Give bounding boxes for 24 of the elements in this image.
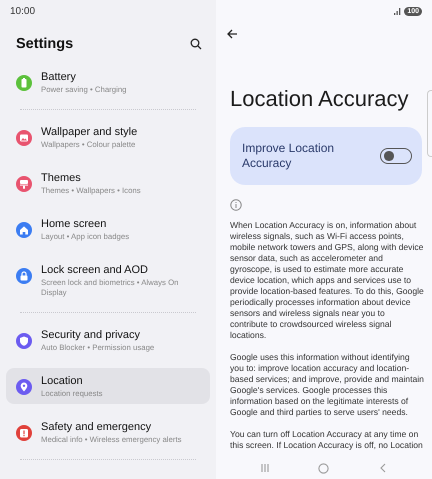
item-title: Security and privacy [41,329,142,342]
search-icon[interactable] [190,38,202,50]
item-title: Wallpaper and style [41,126,138,139]
info-icon [230,199,242,211]
scroll-handle[interactable] [427,90,432,157]
back-icon[interactable] [226,28,238,40]
body-paragraph: When Location Accuracy is on, information about wireless signals, such as Wi-Fi access points, mobile network towers and GPS, along with device sensor data, such as accelerometer and gyroscope, is used to estimate more accurate device location, which apps and services use to provide location-based features. To do this, Google periodically processes information about device sensors and wireless signals near you to contribute to crowdsourced wireless signal locations. [230,220,424,341]
item-title: Location [41,375,84,388]
page-title: Location Accuracy [230,86,410,112]
signal-icon [394,8,402,14]
page-title: Settings [16,36,74,52]
item-title: Home screen [41,218,108,231]
recents-icon[interactable] [260,463,270,473]
home-icon[interactable] [318,462,330,474]
item-title: Safety and emergency [41,421,152,434]
item-title: Battery [41,71,77,84]
body-paragraph: You can turn off Location Accuracy at any time on this screen. If Location Accuracy is off, no Location [230,429,424,451]
item-title: Lock screen and AOD [41,264,150,277]
toggle-switch[interactable] [380,148,412,164]
status-time: 10:00 [10,6,36,16]
toggle-label: Improve Location Accuracy [242,141,336,171]
body-paragraph: Google uses this information without identifying you to: improve location accuracy and location-based services; and improve, provide and maintain Google's services. Google processes this information based on the legitimate interests of Google and third parties to serve users' needs. [230,352,424,418]
item-title: Themes [41,172,82,185]
toggle-card[interactable]: Improve Location Accuracy [230,127,422,185]
